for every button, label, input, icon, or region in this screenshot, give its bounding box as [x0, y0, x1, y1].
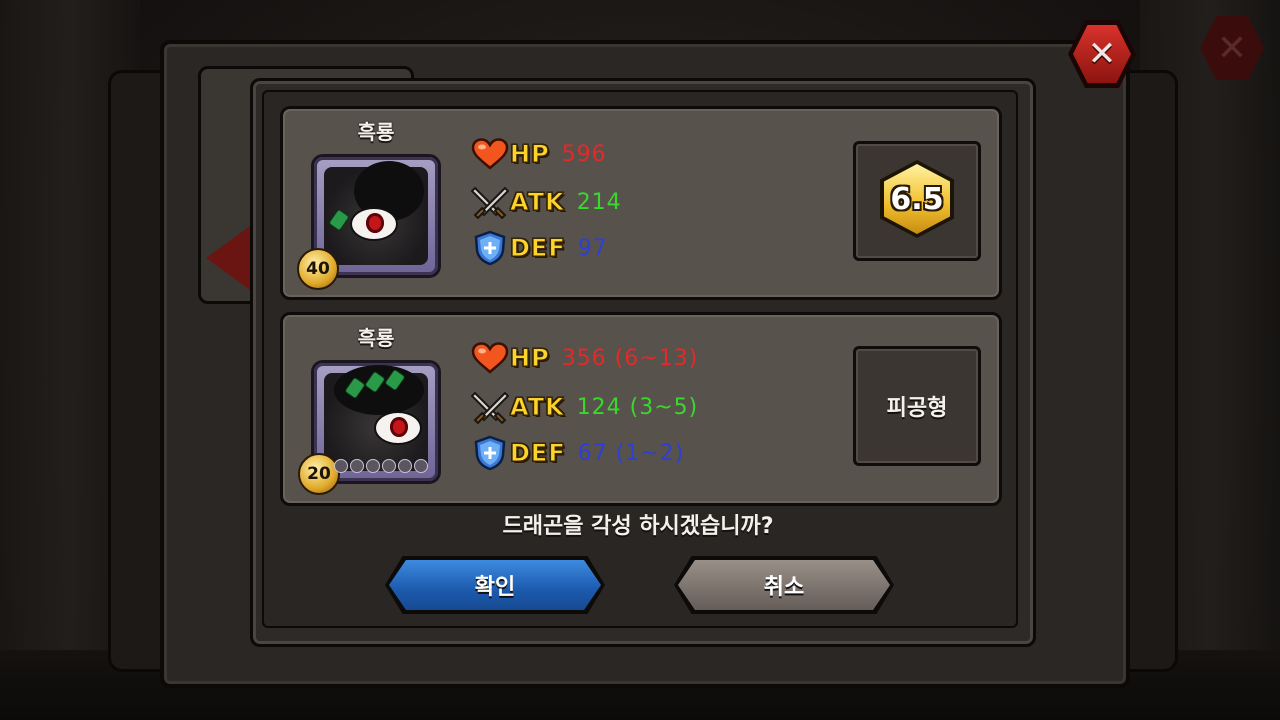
stat-row-hp: HP 356 (6~13) [470, 340, 698, 376]
star-pip [350, 459, 364, 473]
atk-label: ATK [510, 188, 565, 217]
def-value: 97 [577, 235, 608, 261]
background-arrow-icon [206, 226, 250, 290]
hp-value: 596 [561, 141, 607, 167]
shield-icon [470, 435, 510, 471]
level-badge: 40 [297, 248, 339, 290]
atk-value: 214 [576, 189, 622, 215]
cancel-button-label: 취소 [678, 560, 890, 610]
hp-label: HP [510, 140, 550, 169]
close-icon: ✕ [1087, 34, 1117, 74]
crossed-swords-icon [470, 390, 510, 424]
heart-icon [470, 341, 510, 375]
atk-value: 124 (3~5) [576, 394, 699, 420]
shield-icon [470, 230, 510, 266]
star-pip [366, 459, 380, 473]
grade-slot: 6.5 [853, 141, 981, 261]
stat-row-atk: ATK 124 (3~5) [470, 389, 698, 425]
star-pip [398, 459, 412, 473]
heart-icon [470, 137, 510, 171]
def-label: DEF [510, 439, 566, 468]
star-pips [334, 459, 428, 473]
hp-value: 356 (6~13) [561, 345, 699, 371]
atk-label: ATK [510, 393, 565, 422]
star-pip [382, 459, 396, 473]
def-value: 67 (1~2) [577, 440, 685, 466]
grade-value: 6.5 [890, 181, 944, 217]
hp-label: HP [510, 344, 550, 373]
stat-row-def: DEF 67 (1~2) [470, 435, 684, 471]
confirm-question: 드래곤을 각성 하시겠습니까? [502, 514, 774, 539]
confirm-button-label: 확인 [389, 560, 601, 610]
stat-row-def: DEF 97 [470, 230, 608, 266]
star-pip [334, 459, 348, 473]
type-slot: 피공형 [853, 346, 981, 466]
confirm-button[interactable]: 확인 [385, 556, 605, 614]
dragon-name: 흑룡 [357, 120, 395, 144]
crossed-swords-icon [470, 185, 510, 219]
def-label: DEF [510, 234, 566, 263]
dragon-name: 흑룡 [357, 326, 395, 350]
star-pip [414, 459, 428, 473]
cancel-button[interactable]: 취소 [674, 556, 894, 614]
stat-row-hp: HP 596 [470, 136, 607, 172]
dragon-type: 피공형 [886, 396, 948, 421]
stat-row-atk: ATK 214 [470, 184, 622, 220]
grade-badge-icon: 6.5 [880, 160, 954, 238]
